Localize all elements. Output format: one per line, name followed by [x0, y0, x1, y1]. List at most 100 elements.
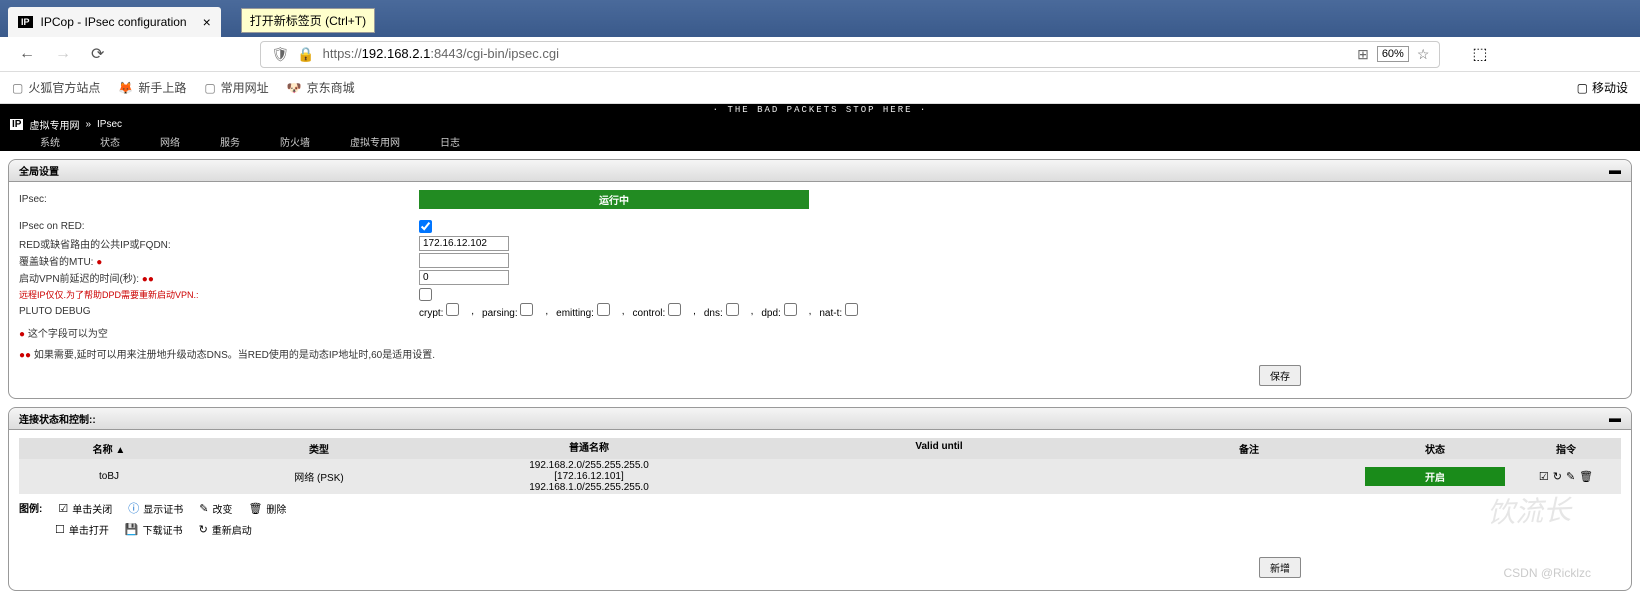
- qr-icon[interactable]: ⊞: [1357, 46, 1369, 63]
- menu-network[interactable]: 网络: [160, 134, 180, 149]
- legend: 图例: ☑单击关闭 ⓘ显示证书 ✎改变 🗑删除: [19, 500, 1621, 516]
- legend-item: 🗑删除: [248, 500, 286, 516]
- tab-favicon: IP: [18, 16, 33, 28]
- minimize-icon[interactable]: ▬: [1609, 163, 1621, 177]
- legend-label: 图例:: [19, 500, 42, 516]
- conn-cn: 192.168.2.0/255.255.255.0 [172.16.12.101…: [439, 459, 739, 494]
- lock-icon[interactable]: 🔒: [297, 46, 314, 63]
- mtu-label: 覆盖缺省的MTU: ●: [19, 253, 419, 268]
- checkbox-off-icon: ☐: [55, 523, 65, 536]
- vpn-delay-input[interactable]: [419, 270, 509, 285]
- breadcrumb: 虚拟专用网 » IPsec: [29, 117, 122, 132]
- table-header-row: 名称 ▲ 类型 普通名称 Valid until 备注 状态 指令: [19, 438, 1621, 459]
- forward-button[interactable]: →: [51, 41, 75, 67]
- csdn-watermark: CSDN @Ricklzc: [1503, 566, 1591, 580]
- global-settings-panel: 全局设置 ▬ IPsec: 运行中 IPsec on RED: RED或缺省路由…: [8, 159, 1632, 399]
- breadcrumb-sep: »: [85, 119, 91, 130]
- vpn-delay-label: 启动VPN前延迟的时间(秒): ●●: [19, 270, 419, 285]
- col-type: 类型: [199, 438, 439, 459]
- ipsec-on-red-label: IPsec on RED:: [19, 221, 419, 232]
- delete-icon[interactable]: 🗑: [1579, 470, 1593, 483]
- pluto-control[interactable]: [668, 303, 681, 316]
- menu-logs[interactable]: 日志: [440, 134, 460, 149]
- pluto-dpd[interactable]: [784, 303, 797, 316]
- note-2: ●● 如果需要,延时可以用来注册地升级动态DNS。当RED使用的是动态IP地址时…: [19, 346, 1621, 361]
- zoom-level[interactable]: 60%: [1377, 46, 1409, 62]
- conn-valid: [739, 474, 1139, 480]
- add-button[interactable]: 新增: [1259, 557, 1301, 578]
- browser-tab-strip: IP IPCop - IPsec configuration × 打开新标签页 …: [0, 0, 1640, 37]
- pluto-parsing[interactable]: [520, 303, 533, 316]
- shield-icon[interactable]: 🛡: [271, 46, 289, 63]
- pluto-label: PLUTO DEBUG: [19, 306, 419, 317]
- restart-icon[interactable]: ↻: [1553, 470, 1562, 483]
- pencil-icon: ✎: [199, 502, 208, 515]
- bookmark-item[interactable]: ▢火狐官方站点: [12, 79, 100, 96]
- mobile-icon: ▢: [1577, 81, 1588, 95]
- bookmarks-bar: ▢火狐官方站点 🦊新手上路 ▢常用网址 🐶京东商城 ▢移动设: [0, 72, 1640, 104]
- connection-table: 名称 ▲ 类型 普通名称 Valid until 备注 状态 指令 toBJ 网…: [19, 438, 1621, 494]
- bookmark-item[interactable]: 🐶京东商城: [287, 79, 355, 96]
- red-ip-label: RED或缺省路由的公共IP或FQDN:: [19, 236, 419, 251]
- new-tab-tooltip: 打开新标签页 (Ctrl+T): [241, 8, 375, 33]
- minimize-icon[interactable]: ▬: [1609, 411, 1621, 425]
- col-remark: 备注: [1139, 438, 1359, 459]
- pluto-emitting[interactable]: [597, 303, 610, 316]
- pluto-natt[interactable]: [845, 303, 858, 316]
- conn-remark: [1139, 474, 1359, 480]
- save-button[interactable]: 保存: [1259, 365, 1301, 386]
- ipcop-banner: · The bad Packets Stop Here ·: [0, 104, 1640, 116]
- folder-icon: ▢: [12, 81, 23, 95]
- menu-vpn[interactable]: 虚拟专用网: [350, 134, 400, 149]
- active-tab[interactable]: IP IPCop - IPsec configuration ×: [8, 7, 221, 37]
- mtu-input[interactable]: [419, 253, 509, 268]
- star-icon[interactable]: ☆: [1417, 46, 1430, 63]
- table-row: toBJ 网络 (PSK) 192.168.2.0/255.255.255.0 …: [19, 459, 1621, 494]
- col-valid: Valid until: [739, 438, 1139, 459]
- col-status: 状态: [1359, 438, 1511, 459]
- toggle-icon[interactable]: ☑: [1539, 470, 1549, 483]
- bookmark-item[interactable]: ▢常用网址: [204, 79, 268, 96]
- menu-services[interactable]: 服务: [220, 134, 240, 149]
- reload-button[interactable]: ⟳: [87, 40, 108, 68]
- menu-firewall[interactable]: 防火墙: [280, 134, 310, 149]
- bookmark-item[interactable]: 🦊新手上路: [118, 79, 186, 96]
- close-tab-icon[interactable]: ×: [203, 14, 211, 30]
- legend-item: ⓘ显示证书: [128, 500, 183, 516]
- legend-row2: ☐单击打开 💾下载证书 ↻重新启动: [55, 522, 1621, 537]
- folder-icon: ▢: [204, 81, 215, 95]
- restart-icon: ↻: [199, 523, 208, 536]
- pluto-dns[interactable]: [726, 303, 739, 316]
- edit-icon[interactable]: ✎: [1566, 470, 1575, 483]
- ipsec-on-red-checkbox[interactable]: [419, 220, 432, 233]
- back-button[interactable]: ←: [15, 41, 39, 67]
- red-ip-input[interactable]: [419, 236, 509, 251]
- mobile-toggle[interactable]: ▢移动设: [1577, 79, 1628, 96]
- legend-item: 💾下载证书: [125, 522, 183, 537]
- checkbox-on-icon: ☑: [58, 502, 68, 515]
- connection-panel: 连接状态和控制:: ▬ 名称 ▲ 类型 普通名称 Valid until 备注 …: [8, 407, 1632, 591]
- url-text: https://192.168.2.1:8443/cgi-bin/ipsec.c…: [323, 46, 1349, 62]
- menu-status[interactable]: 状态: [100, 134, 120, 149]
- note-1: ● 这个字段可以为空: [19, 325, 1621, 340]
- pluto-crypt[interactable]: [446, 303, 459, 316]
- remote-ip-checkbox[interactable]: [419, 288, 432, 301]
- breadcrumb-section[interactable]: 虚拟专用网: [29, 117, 79, 132]
- url-input[interactable]: 🛡 🔒 https://192.168.2.1:8443/cgi-bin/ips…: [260, 41, 1440, 68]
- ipcop-logo: IP: [10, 119, 23, 130]
- ipcop-header: IP 虚拟专用网 » IPsec: [0, 116, 1640, 132]
- ipcop-main-menu: 系统 状态 网络 服务 防火墙 虚拟专用网 日志: [0, 132, 1640, 151]
- jd-icon: 🐶: [287, 81, 302, 95]
- screenshot-icon[interactable]: ⬚: [1472, 44, 1487, 64]
- legend-item: ☐单击打开: [55, 522, 109, 537]
- legend-item: ✎改变: [199, 500, 232, 516]
- info-icon: ⓘ: [128, 500, 139, 516]
- col-cn: 普通名称: [439, 438, 739, 459]
- breadcrumb-page: IPsec: [97, 119, 122, 130]
- conn-status: 开启: [1359, 464, 1511, 489]
- panel-title: 连接状态和控制::: [9, 408, 1631, 430]
- conn-name: toBJ: [19, 468, 199, 485]
- col-name[interactable]: 名称 ▲: [19, 438, 199, 459]
- url-bar: ← → ⟳ 🛡 🔒 https://192.168.2.1:8443/cgi-b…: [0, 37, 1640, 72]
- menu-system[interactable]: 系统: [40, 134, 60, 149]
